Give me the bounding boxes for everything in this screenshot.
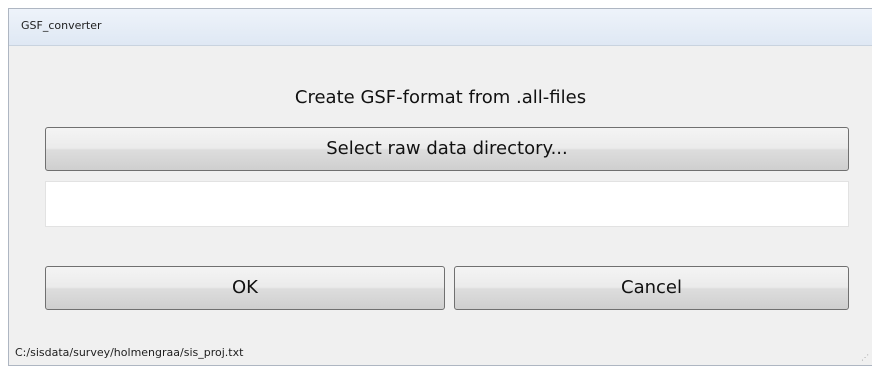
title-bar[interactable]: GSF_converter <box>9 9 872 46</box>
cancel-button[interactable]: Cancel <box>454 266 849 310</box>
resize-grip-icon[interactable]: ⋰ <box>861 353 869 362</box>
select-raw-data-directory-button[interactable]: Select raw data directory... <box>45 127 849 171</box>
window-title: GSF_converter <box>21 19 102 32</box>
directory-path-field[interactable] <box>45 181 849 227</box>
status-bar-path: C:/sisdata/survey/holmengraa/sis_proj.tx… <box>15 346 244 359</box>
ok-button[interactable]: OK <box>45 266 445 310</box>
dialog-heading: Create GSF-format from .all-files <box>294 87 587 108</box>
gsf-converter-window: GSF_converter Create GSF-format from .al… <box>8 8 872 366</box>
